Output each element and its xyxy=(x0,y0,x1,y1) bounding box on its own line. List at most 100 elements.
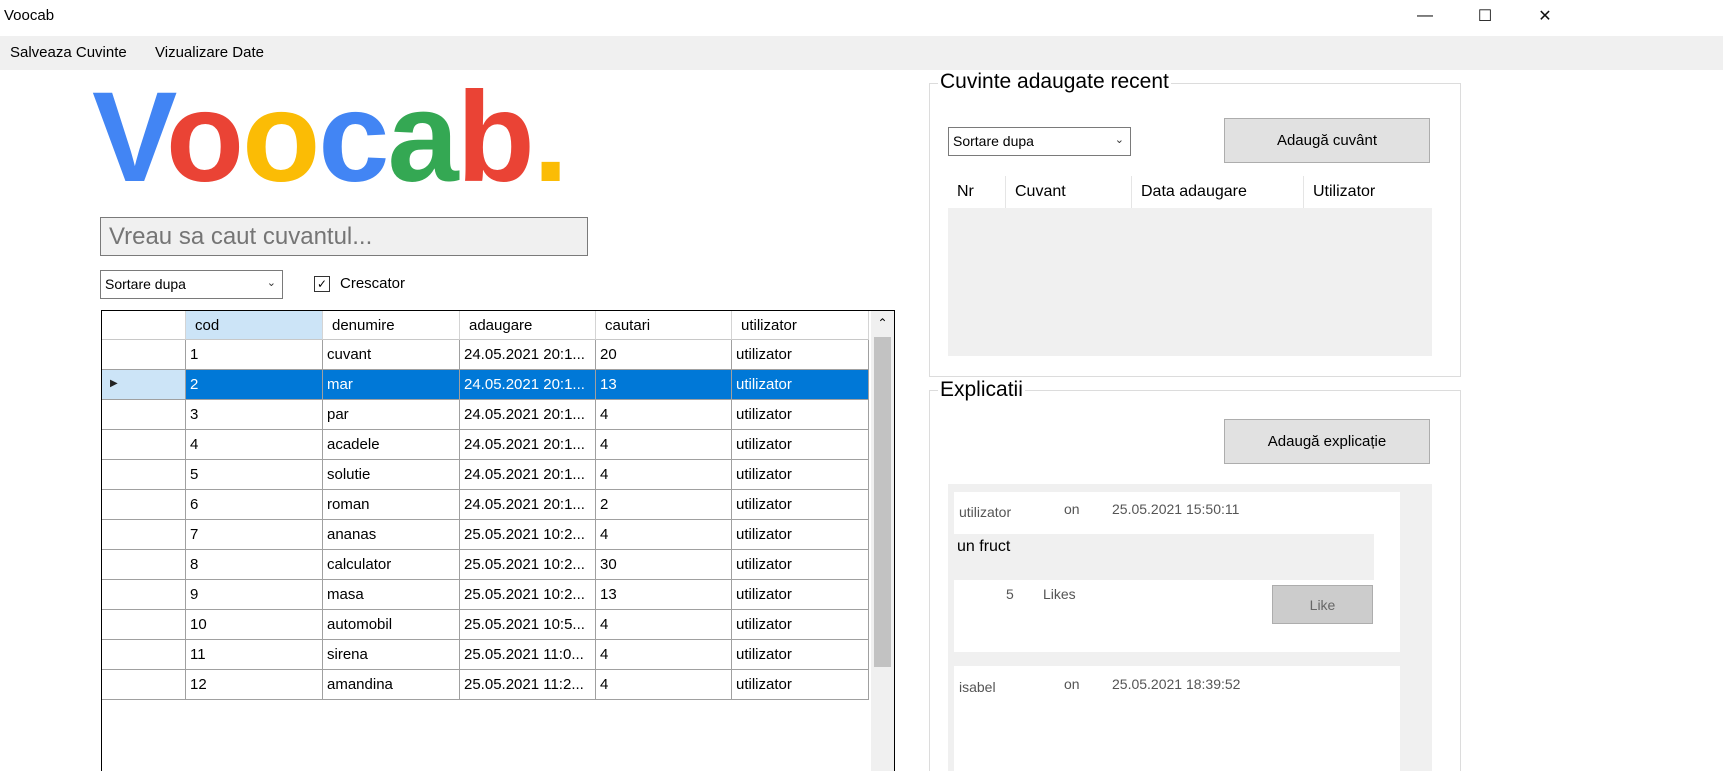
cell-cautari[interactable]: 13 xyxy=(596,580,732,610)
cell-utilizator[interactable]: utilizator xyxy=(732,430,869,460)
cell-adaugare[interactable]: 24.05.2021 20:1... xyxy=(460,460,596,490)
cell-utilizator[interactable]: utilizator xyxy=(732,400,869,430)
cell-cod[interactable]: 5 xyxy=(186,460,323,490)
cell-cod[interactable]: 6 xyxy=(186,490,323,520)
cell-utilizator[interactable]: utilizator xyxy=(732,340,869,370)
cell-cod[interactable]: 2 xyxy=(186,370,323,400)
row-header[interactable] xyxy=(102,580,186,610)
recent-sort-dropdown[interactable]: Sortare dupa ⌄ xyxy=(948,127,1131,156)
cell-cautari[interactable]: 2 xyxy=(596,490,732,520)
cell-adaugare[interactable]: 24.05.2021 20:1... xyxy=(460,340,596,370)
list-header-utilizator[interactable]: Utilizator xyxy=(1304,176,1432,208)
search-input[interactable] xyxy=(100,217,588,256)
row-header[interactable] xyxy=(102,490,186,520)
table-row[interactable]: 8 calculator 25.05.2021 10:2... 30 utilizato… xyxy=(102,550,869,580)
row-header[interactable] xyxy=(102,430,186,460)
cell-denumire[interactable]: sirena xyxy=(323,640,460,670)
cell-utilizator[interactable]: utilizator xyxy=(732,640,869,670)
cell-denumire[interactable]: mar xyxy=(323,370,460,400)
row-header[interactable] xyxy=(102,460,186,490)
table-row[interactable]: 11 sirena 25.05.2021 11:0... 4 utilizator xyxy=(102,640,869,670)
row-header[interactable] xyxy=(102,610,186,640)
scroll-up-icon[interactable]: ⌃ xyxy=(871,311,894,335)
list-header-data-adaugare[interactable]: Data adaugare xyxy=(1132,176,1304,208)
table-row[interactable]: 3 par 24.05.2021 20:1... 4 utilizator xyxy=(102,400,869,430)
cell-cautari[interactable]: 30 xyxy=(596,550,732,580)
grid-vertical-scrollbar[interactable]: ⌃ xyxy=(871,311,894,771)
cell-utilizator[interactable]: utilizator xyxy=(732,610,869,640)
cell-cautari[interactable]: 4 xyxy=(596,430,732,460)
cell-adaugare[interactable]: 24.05.2021 20:1... xyxy=(460,370,596,400)
cell-cautari[interactable]: 4 xyxy=(596,670,732,700)
cell-utilizator[interactable]: utilizator xyxy=(732,580,869,610)
table-row[interactable]: 1 cuvant 24.05.2021 20:1... 20 utilizator xyxy=(102,340,869,370)
cell-adaugare[interactable]: 25.05.2021 10:2... xyxy=(460,550,596,580)
cell-cod[interactable]: 3 xyxy=(186,400,323,430)
row-header[interactable] xyxy=(102,640,186,670)
cell-cod[interactable]: 11 xyxy=(186,640,323,670)
table-row[interactable]: 10 automobil 25.05.2021 10:5... 4 utilizator xyxy=(102,610,869,640)
cell-denumire[interactable]: ananas xyxy=(323,520,460,550)
menu-salveaza-cuvinte[interactable]: Salveaza Cuvinte xyxy=(10,44,127,61)
column-header-denumire[interactable]: denumire xyxy=(323,311,460,340)
scroll-thumb[interactable] xyxy=(874,337,891,667)
list-header-cuvant[interactable]: Cuvant xyxy=(1006,176,1132,208)
maximize-button[interactable]: ☐ xyxy=(1456,0,1514,32)
cell-cod[interactable]: 10 xyxy=(186,610,323,640)
cell-cautari[interactable]: 4 xyxy=(596,610,732,640)
cell-adaugare[interactable]: 25.05.2021 11:2... xyxy=(460,670,596,700)
sort-dropdown[interactable]: Sortare dupa ⌄ xyxy=(100,270,283,299)
cell-denumire[interactable]: acadele xyxy=(323,430,460,460)
cell-adaugare[interactable]: 25.05.2021 11:0... xyxy=(460,640,596,670)
table-row[interactable]: 12 amandina 25.05.2021 11:2... 4 utilizator xyxy=(102,670,869,700)
add-explanation-button[interactable]: Adaugă explicație xyxy=(1224,419,1430,464)
add-word-button[interactable]: Adaugă cuvânt xyxy=(1224,118,1430,163)
cell-utilizator[interactable]: utilizator xyxy=(732,550,869,580)
row-header[interactable] xyxy=(102,520,186,550)
table-row[interactable]: 7 ananas 25.05.2021 10:2... 4 utilizator xyxy=(102,520,869,550)
table-row[interactable]: 5 solutie 24.05.2021 20:1... 4 utilizator xyxy=(102,460,869,490)
cell-denumire[interactable]: automobil xyxy=(323,610,460,640)
like-button[interactable]: Like xyxy=(1272,585,1373,624)
row-header[interactable] xyxy=(102,670,186,700)
cell-cod[interactable]: 4 xyxy=(186,430,323,460)
row-header[interactable] xyxy=(102,550,186,580)
cell-denumire[interactable]: solutie xyxy=(323,460,460,490)
list-header-nr[interactable]: Nr xyxy=(948,176,1006,208)
cell-cautari[interactable]: 4 xyxy=(596,400,732,430)
cell-cautari[interactable]: 13 xyxy=(596,370,732,400)
cell-cautari[interactable]: 4 xyxy=(596,520,732,550)
cell-denumire[interactable]: masa xyxy=(323,580,460,610)
table-row[interactable]: 4 acadele 24.05.2021 20:1... 4 utilizator xyxy=(102,430,869,460)
cell-denumire[interactable]: par xyxy=(323,400,460,430)
close-button[interactable]: ✕ xyxy=(1516,0,1574,32)
row-header[interactable] xyxy=(102,340,186,370)
minimize-button[interactable]: — xyxy=(1396,0,1454,32)
column-header-adaugare[interactable]: adaugare xyxy=(460,311,596,340)
column-header-cautari[interactable]: cautari xyxy=(596,311,732,340)
table-row[interactable]: 6 roman 24.05.2021 20:1... 2 utilizator xyxy=(102,490,869,520)
table-row[interactable]: ▶ 2 mar 24.05.2021 20:1... 13 utilizator xyxy=(102,370,869,400)
cell-adaugare[interactable]: 25.05.2021 10:5... xyxy=(460,610,596,640)
table-row[interactable]: 9 masa 25.05.2021 10:2... 13 utilizator xyxy=(102,580,869,610)
column-header-cod[interactable]: cod xyxy=(186,311,323,340)
cell-cod[interactable]: 12 xyxy=(186,670,323,700)
cell-utilizator[interactable]: utilizator xyxy=(732,670,869,700)
recent-words-list[interactable]: Nr Cuvant Data adaugare Utilizator xyxy=(948,176,1432,356)
cell-utilizator[interactable]: utilizator xyxy=(732,460,869,490)
cell-utilizator[interactable]: utilizator xyxy=(732,490,869,520)
cell-denumire[interactable]: roman xyxy=(323,490,460,520)
cell-adaugare[interactable]: 24.05.2021 20:1... xyxy=(460,400,596,430)
cell-cautari[interactable]: 20 xyxy=(596,340,732,370)
cell-cod[interactable]: 9 xyxy=(186,580,323,610)
words-grid[interactable]: cod denumire adaugare cautari utilizator… xyxy=(101,310,895,771)
cell-adaugare[interactable]: 25.05.2021 10:2... xyxy=(460,520,596,550)
column-header-utilizator[interactable]: utilizator xyxy=(732,311,869,340)
cell-cod[interactable]: 1 xyxy=(186,340,323,370)
menu-vizualizare-date[interactable]: Vizualizare Date xyxy=(155,44,264,61)
cell-cod[interactable]: 8 xyxy=(186,550,323,580)
cell-adaugare[interactable]: 24.05.2021 20:1... xyxy=(460,490,596,520)
cell-utilizator[interactable]: utilizator xyxy=(732,370,869,400)
cell-adaugare[interactable]: 24.05.2021 20:1... xyxy=(460,430,596,460)
cell-denumire[interactable]: amandina xyxy=(323,670,460,700)
